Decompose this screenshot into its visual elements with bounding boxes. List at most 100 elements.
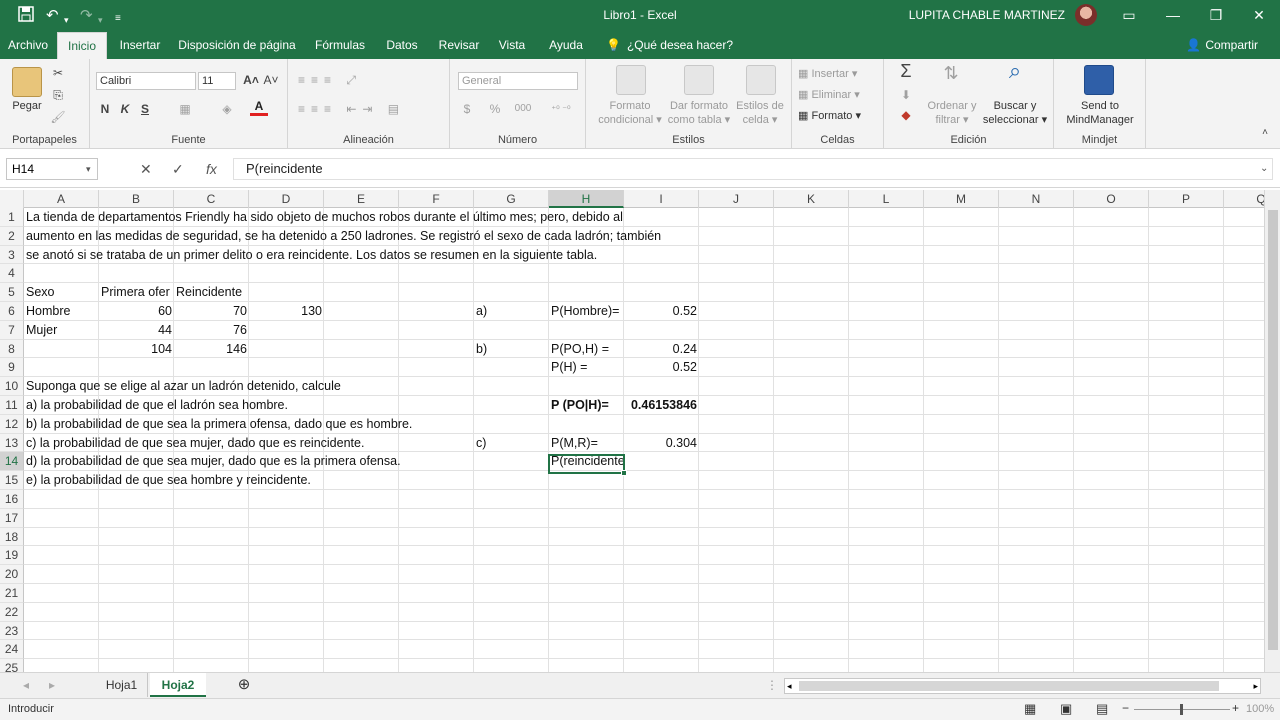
underline-button[interactable]: S — [138, 101, 152, 117]
collapse-ribbon-icon[interactable]: ˄ — [1258, 125, 1272, 141]
italic-button[interactable]: K — [118, 101, 132, 117]
name-box[interactable]: H14 — [6, 158, 98, 180]
find-select-button[interactable]: Buscar y seleccionar ▾ — [980, 99, 1050, 127]
cell-g6[interactable]: a) — [474, 302, 489, 321]
enter-icon[interactable]: ✓ — [172, 160, 184, 178]
column-header-c[interactable]: C — [174, 190, 249, 208]
horizontal-scroll-thumb[interactable] — [799, 681, 1219, 691]
row-header-23[interactable]: 23 — [0, 621, 24, 641]
sort-filter-icon[interactable]: ⇅ — [936, 64, 966, 82]
prev-sheet-icon[interactable]: ◂ — [16, 673, 36, 697]
percent-button[interactable]: % — [488, 101, 502, 117]
column-header-g[interactable]: G — [474, 190, 549, 208]
cell-b8[interactable]: 104 — [99, 340, 174, 359]
cell-a6[interactable]: Hombre — [24, 302, 72, 321]
cell-a5[interactable]: Sexo — [24, 283, 57, 302]
sort-filter-button[interactable]: Ordenar y filtrar ▾ — [924, 99, 980, 127]
page-break-icon[interactable]: ▤ — [1096, 701, 1108, 717]
mindmanager-icon[interactable] — [1084, 65, 1114, 95]
cell-a12[interactable]: b) la probabilidad de que sea la primera… — [24, 415, 414, 434]
tab-split-icon[interactable]: ⋮ — [766, 673, 778, 697]
cell-g13[interactable]: c) — [474, 434, 488, 453]
user-name[interactable]: LUPITA CHABLE MARTINEZ — [909, 8, 1065, 22]
zoom-level[interactable]: 100% — [1246, 703, 1274, 715]
cell-a7[interactable]: Mujer — [24, 321, 59, 340]
cell-h9[interactable]: P(H) = — [549, 358, 589, 377]
cell-a15[interactable]: e) la probabilidad de que sea hombre y r… — [24, 471, 313, 490]
tab-ayuda[interactable]: Ayuda — [542, 32, 590, 59]
cell-i13[interactable]: 0.304 — [624, 434, 699, 453]
cell-styles-button[interactable]: Estilos de celda ▾ — [732, 99, 788, 127]
row-header-25[interactable]: 25 — [0, 659, 24, 672]
scroll-left-icon[interactable]: ◂ — [787, 679, 792, 693]
sheet-tab-hoja1[interactable]: Hoja1 — [96, 673, 148, 697]
cell-i9[interactable]: 0.52 — [624, 358, 699, 377]
row-header-13[interactable]: 13 — [0, 433, 24, 453]
tab-insertar[interactable]: Insertar — [112, 32, 168, 59]
cell-a13[interactable]: c) la probabilidad de que sea mujer, dad… — [24, 434, 366, 453]
send-to-mindmanager-button[interactable]: Send to MindManager — [1056, 99, 1144, 127]
cell-a10[interactable]: Suponga que se elige al azar un ladrón d… — [24, 377, 343, 396]
cell-a2[interactable]: aumento en las medidas de seguridad, se … — [24, 227, 663, 246]
cell-g8[interactable]: b) — [474, 340, 489, 359]
grow-font-icon[interactable]: A˄ — [242, 72, 260, 88]
zoom-in-icon[interactable]: + — [1232, 701, 1239, 715]
column-header-b[interactable]: B — [99, 190, 174, 208]
format-cells-button[interactable]: ▦ Formato ▾ — [798, 109, 882, 123]
conditional-format-icon[interactable] — [616, 65, 646, 95]
font-color-icon[interactable]: A — [250, 99, 268, 116]
column-header-e[interactable]: E — [324, 190, 399, 208]
avatar[interactable] — [1075, 4, 1097, 26]
row-header-17[interactable]: 17 — [0, 508, 24, 528]
formula-input[interactable]: P(reincidente — [233, 158, 1273, 180]
column-header-f[interactable]: F — [399, 190, 474, 208]
horizontal-scrollbar[interactable]: ◂ ▸ — [784, 678, 1261, 694]
conditional-format-button[interactable]: Formato condicional ▾ — [592, 99, 668, 127]
format-painter-icon[interactable]: 🖌 — [50, 109, 66, 125]
tab-datos[interactable]: Datos — [380, 32, 424, 59]
row-header-22[interactable]: 22 — [0, 602, 24, 622]
row-header-24[interactable]: 24 — [0, 640, 24, 660]
row-header-11[interactable]: 11 — [0, 396, 24, 415]
format-as-table-icon[interactable] — [684, 65, 714, 95]
cell-a1[interactable]: La tienda de departamentos Friendly ha s… — [24, 208, 625, 227]
row-header-4[interactable]: 4 — [0, 264, 24, 284]
find-select-icon[interactable]: ⌕ — [1000, 60, 1030, 82]
cell-c5[interactable]: Reincidente — [174, 283, 249, 302]
font-name-select[interactable]: Calibri — [96, 72, 196, 90]
cell-a3[interactable]: se anotó si se trataba de un primer deli… — [24, 246, 599, 265]
row-header-3[interactable]: 3 — [0, 245, 24, 265]
select-all-corner[interactable] — [0, 190, 24, 208]
cell-i8[interactable]: 0.24 — [624, 340, 699, 359]
column-header-j[interactable]: J — [699, 190, 774, 208]
cell-d6[interactable]: 130 — [249, 302, 324, 321]
number-format-select[interactable]: General — [458, 72, 578, 90]
delete-cells-button[interactable]: ▦ Eliminar ▾ — [798, 88, 882, 102]
column-header-d[interactable]: D — [249, 190, 324, 208]
tab-inicio[interactable]: Inicio — [57, 32, 107, 59]
column-header-p[interactable]: P — [1149, 190, 1224, 208]
tab-archivo[interactable]: Archivo — [0, 32, 56, 59]
cell-i11[interactable]: 0.46153846 — [624, 396, 699, 415]
row-header-19[interactable]: 19 — [0, 546, 24, 566]
thousands-button[interactable]: 000 — [510, 101, 536, 117]
cell-b7[interactable]: 44 — [99, 321, 174, 340]
zoom-slider-thumb[interactable] — [1180, 704, 1183, 715]
column-header-k[interactable]: K — [774, 190, 849, 208]
close-icon[interactable]: ✕ — [1247, 4, 1271, 26]
clear-icon[interactable]: ◆ — [894, 107, 918, 123]
share-button[interactable]: 👤 Compartir — [1186, 32, 1258, 59]
cell-c8[interactable]: 146 — [174, 340, 249, 359]
copy-icon[interactable]: ⎘ — [50, 87, 66, 103]
decimals-icons[interactable]: ⁺⁰ ⁻⁰ — [544, 101, 578, 117]
row-header-21[interactable]: 21 — [0, 584, 24, 603]
tell-me-search[interactable]: 💡 ¿Qué desea hacer? — [606, 32, 733, 59]
insert-function-icon[interactable]: fx — [206, 160, 217, 178]
minimize-icon[interactable]: — — [1161, 4, 1185, 26]
tab-formulas[interactable]: Fórmulas — [308, 32, 372, 59]
fill-color-icon[interactable]: ◈ — [218, 101, 236, 117]
cancel-icon[interactable]: ✕ — [140, 160, 152, 178]
cell-c6[interactable]: 70 — [174, 302, 249, 321]
fill-icon[interactable]: ⬇ — [894, 87, 918, 103]
row-header-16[interactable]: 16 — [0, 490, 24, 509]
